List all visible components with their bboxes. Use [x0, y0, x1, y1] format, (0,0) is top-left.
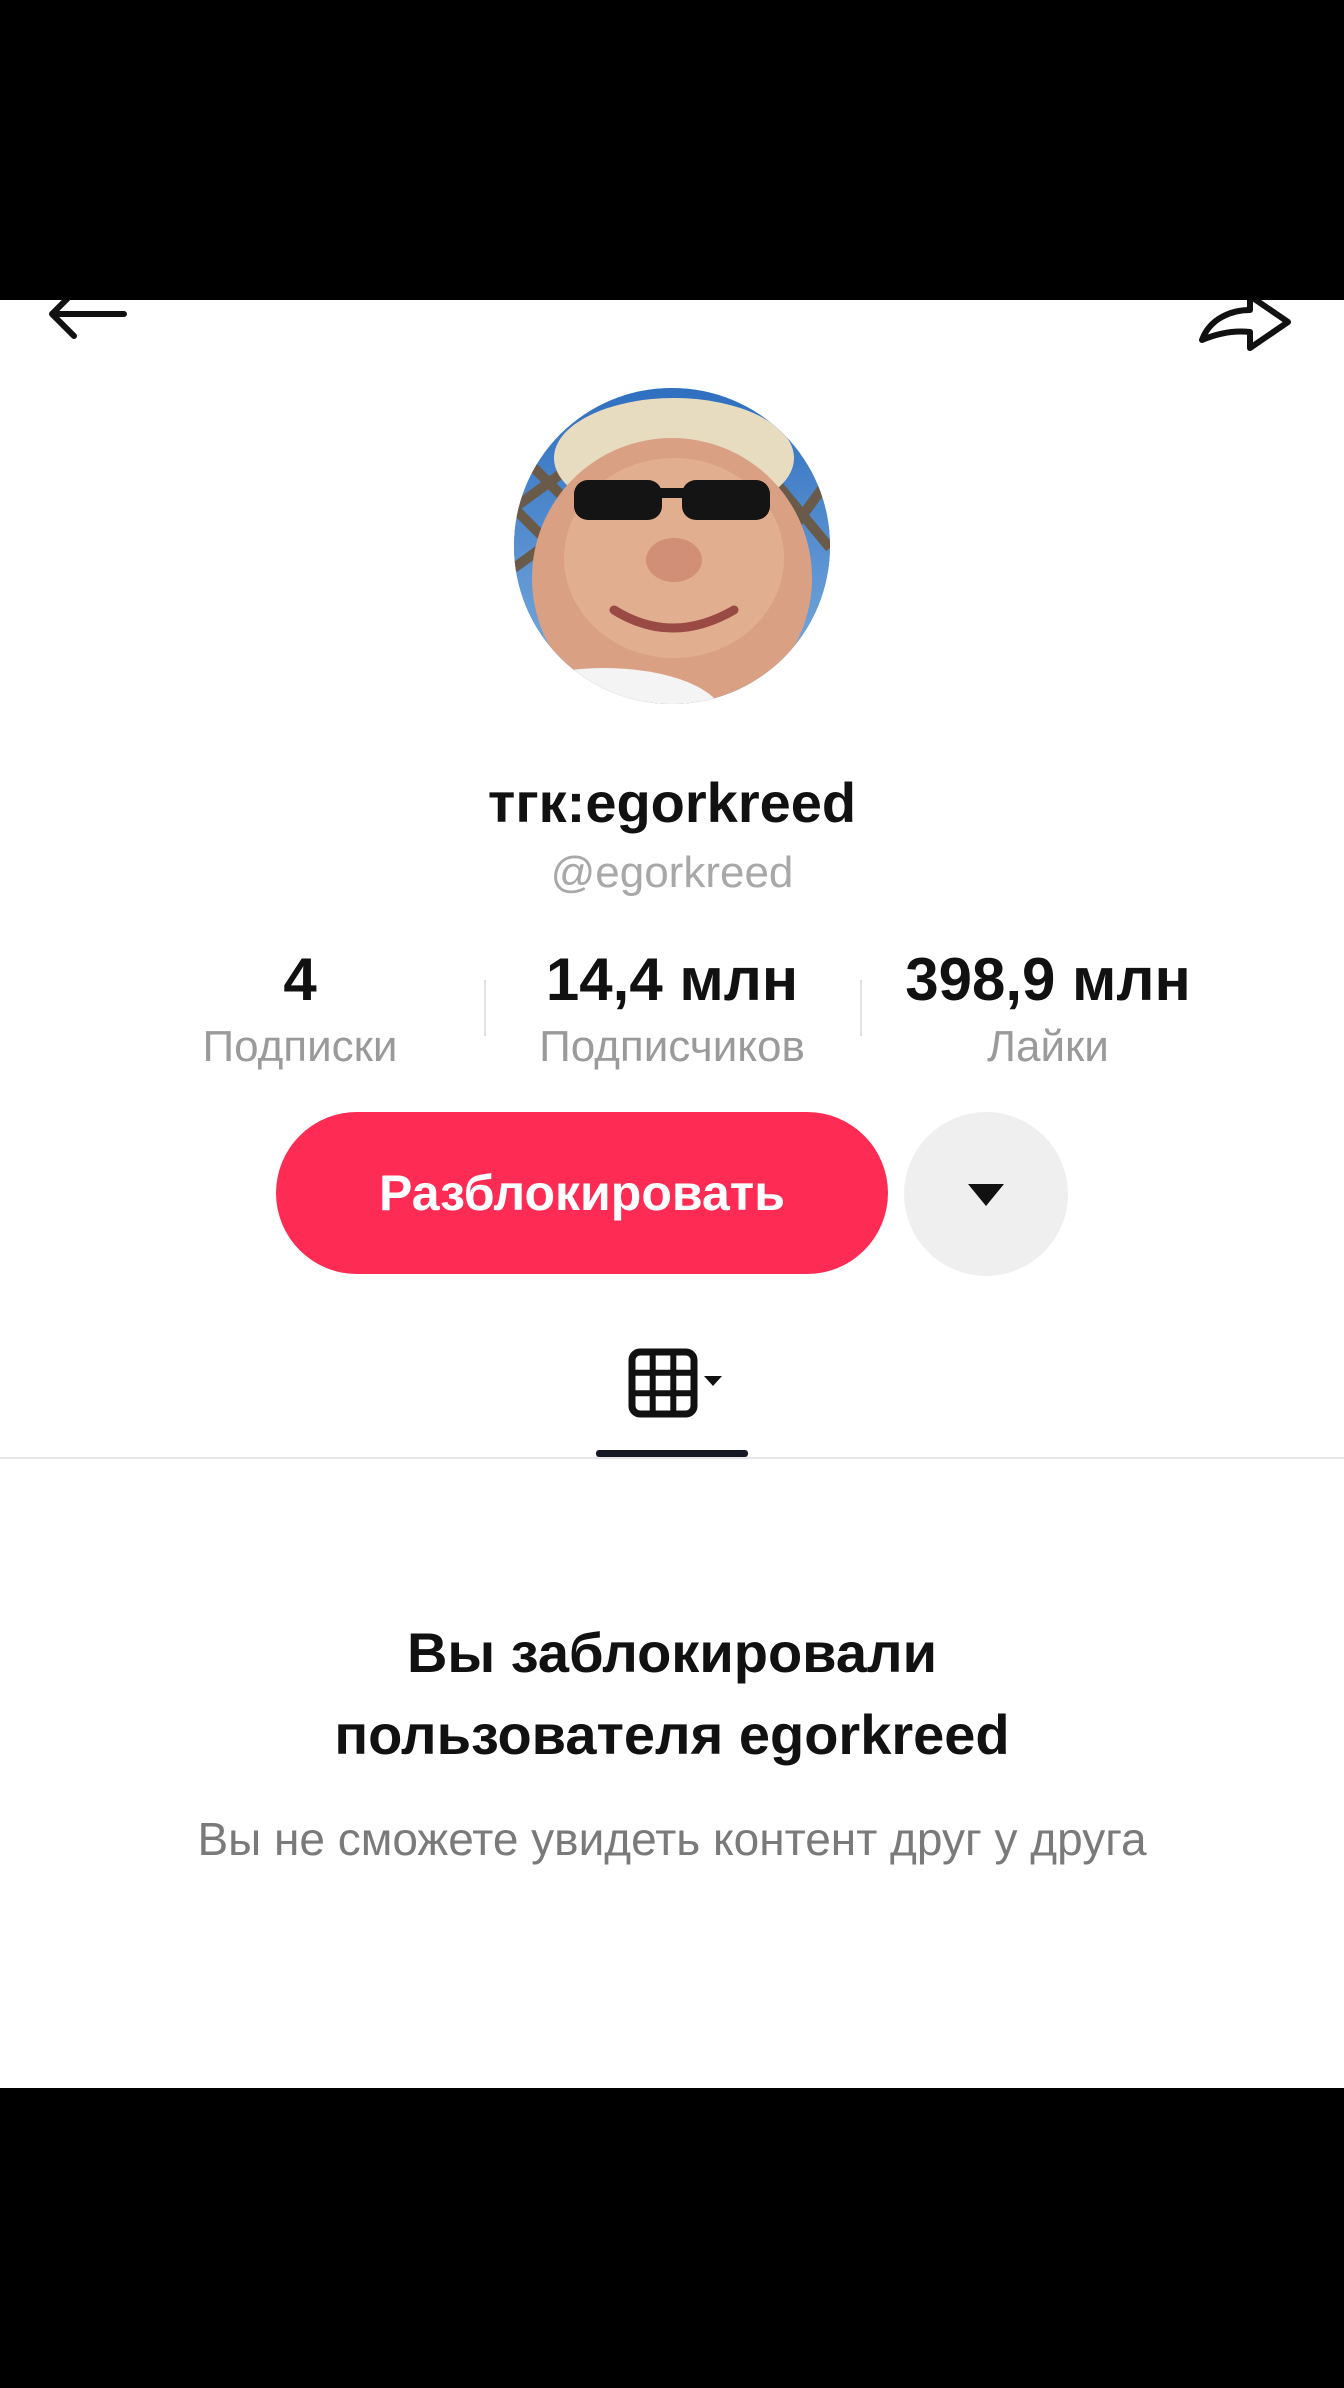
- stat-divider: [860, 980, 862, 1036]
- profile-nickname: тгк:egorkreed: [487, 771, 857, 834]
- grid-icon: [628, 1348, 722, 1418]
- stat-value: 14,4 млн: [545, 946, 799, 1013]
- stat-value: 398,9 млн: [905, 946, 1191, 1013]
- tab-active-indicator: [596, 1450, 748, 1457]
- unblock-button[interactable]: Разблокировать: [276, 1112, 888, 1274]
- blocked-title: Вы заблокировали пользователя egorkreed: [0, 1612, 1344, 1776]
- stat-label: Лайки: [987, 1022, 1109, 1071]
- stat-label: Подписчиков: [539, 1022, 805, 1071]
- tab-videos-grid[interactable]: [596, 1346, 748, 1456]
- back-button[interactable]: [44, 300, 134, 356]
- blocked-title-line: пользователя egorkreed: [334, 1703, 1010, 1766]
- share-button[interactable]: [1196, 300, 1296, 360]
- stat-divider: [484, 980, 486, 1036]
- more-options-button[interactable]: [904, 1112, 1068, 1276]
- arrow-left-icon: [49, 300, 127, 339]
- stat-followers[interactable]: 14,4 млн Подписчиков: [500, 945, 844, 1075]
- avatar-photo: [514, 388, 830, 704]
- tab-divider: [0, 1457, 1344, 1459]
- profile-username: @egorkreed: [550, 848, 794, 897]
- stat-value: 4: [283, 946, 317, 1013]
- stat-likes[interactable]: 398,9 млн Лайки: [868, 945, 1228, 1075]
- share-arrow-icon: [1199, 300, 1291, 351]
- blocked-message: Вы не сможете увидеть контент друг у дру…: [197, 1813, 1147, 1865]
- stat-label: Подписки: [202, 1022, 398, 1071]
- triangle-down-icon: [968, 1184, 1004, 1206]
- screen: тгк:egorkreed @egorkreed 4 Подписки 14,4…: [0, 0, 1344, 2388]
- avatar[interactable]: [514, 388, 830, 704]
- blocked-title-line: Вы заблокировали: [406, 1621, 937, 1684]
- stat-following[interactable]: 4 Подписки: [140, 945, 460, 1075]
- profile-page: тгк:egorkreed @egorkreed 4 Подписки 14,4…: [0, 300, 1344, 2088]
